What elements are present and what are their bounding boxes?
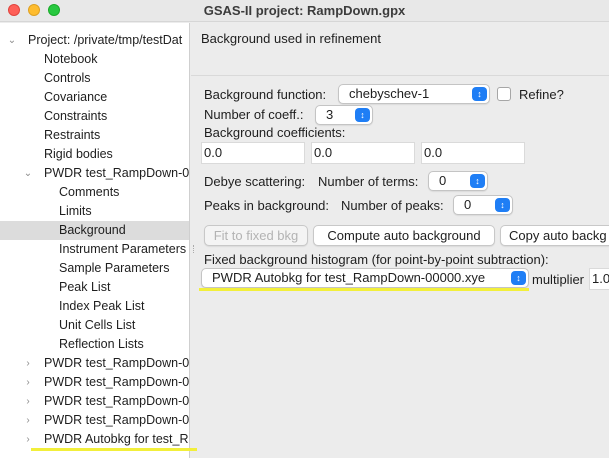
tree-item-label: Restraints (44, 128, 101, 142)
highlight-mark (31, 448, 197, 451)
chevron-down-icon[interactable]: ⌄ (6, 31, 18, 50)
chevron-right-icon[interactable]: › (22, 354, 34, 373)
chevron-updown-icon: ↕ (511, 271, 526, 285)
tree-item-covariance[interactable]: Covariance (0, 88, 189, 107)
chevron-updown-icon: ↕ (472, 87, 487, 101)
num-coeff-select[interactable]: 3 ↕ (315, 105, 373, 125)
tree-item-label: Background (59, 223, 126, 237)
tree-item-label: PWDR test_RampDown-0 (44, 394, 190, 408)
tree-item-label: PWDR test_RampDown-0 (44, 413, 190, 427)
tree-item-constraints[interactable]: Constraints (0, 107, 189, 126)
bg-function-label: Background function: (204, 87, 327, 102)
tree-item-pwdr-expanded[interactable]: ⌄ PWDR test_RampDown-0 (0, 164, 190, 183)
bg-coeff-label: Background coefficients: (204, 125, 346, 140)
panel-title: Background used in refinement (201, 31, 381, 46)
refine-label: Refine? (519, 87, 564, 102)
refine-checkbox[interactable] (497, 87, 511, 101)
tree-item-reflection-lists[interactable]: Reflection Lists (0, 335, 189, 354)
tree-item-label: Sample Parameters (59, 261, 170, 275)
highlight-mark (199, 288, 529, 291)
fixed-hist-select[interactable]: PWDR Autobkg for test_RampDown-00000.xye… (201, 268, 529, 288)
debye-terms-value: 0 (439, 173, 447, 188)
fixed-hist-value: PWDR Autobkg for test_RampDown-00000.xye (212, 270, 486, 285)
tree-item-limits[interactable]: Limits (0, 202, 189, 221)
chevron-right-icon[interactable]: › (22, 392, 34, 411)
tree-item-pwdr[interactable]: › PWDR test_RampDown-0 (0, 411, 190, 430)
window-title: GSAS-II project: RampDown.gpx (203, 3, 406, 18)
tree-item-pwdr[interactable]: › PWDR test_RampDown-0 (0, 354, 190, 373)
tree-item-label: Constraints (44, 109, 108, 123)
divider (193, 245, 199, 253)
tree-item-background[interactable]: Background (0, 221, 189, 240)
coefficient-field-2[interactable]: 0.0 (421, 142, 525, 164)
tree-item-label: Limits (59, 204, 92, 218)
tree-item-label: PWDR test_RampDown-0 (44, 166, 190, 180)
tree-item-notebook[interactable]: Notebook (0, 50, 189, 69)
tree-item-index-peak-list[interactable]: Index Peak List (0, 297, 189, 316)
tree-item-label: PWDR test_RampDown-0 (44, 356, 190, 370)
coefficient-field-1[interactable]: 0.0 (311, 142, 415, 164)
tree-item-pwdr[interactable]: › PWDR test_RampDown-0 (0, 373, 190, 392)
debye-label: Debye scattering: (204, 174, 306, 189)
tree-item-label: PWDR Autobkg for test_R (44, 432, 189, 446)
tree-item-controls[interactable]: Controls (0, 69, 189, 88)
tree-item-label: Reflection Lists (59, 337, 144, 351)
debye-terms-label: Number of terms: (318, 174, 419, 189)
tree-item-peak-list[interactable]: Peak List (0, 278, 189, 297)
peaks-count-select[interactable]: 0 ↕ (453, 195, 513, 215)
tree-item-label: Unit Cells List (59, 318, 136, 332)
chevron-updown-icon: ↕ (355, 108, 370, 122)
peaks-count-label: Number of peaks: (341, 198, 444, 213)
debye-terms-select[interactable]: 0 ↕ (428, 171, 488, 191)
tree-item-sample-parameters[interactable]: Sample Parameters (0, 259, 189, 278)
tree-item-label: Covariance (44, 90, 108, 104)
tree-item-label: PWDR test_RampDown-0 (44, 375, 190, 389)
copy-auto-background-button[interactable]: Copy auto backg (500, 225, 609, 246)
coefficient-field-0[interactable]: 0.0 (201, 142, 305, 164)
multiplier-label: multiplier (532, 272, 585, 287)
tree-item-unit-cells-list[interactable]: Unit Cells List (0, 316, 189, 335)
tree-item-label: Comments (59, 185, 120, 199)
fixed-hist-label: Fixed background histogram (for point-by… (204, 252, 549, 267)
title-bar: GSAS-II project: RampDown.gpx (0, 0, 609, 22)
tree-root[interactable]: ⌄ Project: /private/tmp/testDat (0, 31, 189, 50)
tree-item-label: Controls (44, 71, 91, 85)
num-coeff-label: Number of coeff.: (204, 107, 304, 122)
fit-to-fixed-bkg-button[interactable]: Fit to fixed bkg (204, 225, 308, 246)
peaks-count-value: 0 (464, 197, 472, 212)
chevron-down-icon[interactable]: ⌄ (22, 164, 34, 183)
chevron-right-icon[interactable]: › (22, 411, 34, 430)
tree-item-label: Rigid bodies (44, 147, 113, 161)
data-tree[interactable]: ⌄ Project: /private/tmp/testDat Notebook… (0, 23, 190, 458)
tree-item-comments[interactable]: Comments (0, 183, 189, 202)
tree-item-label: Instrument Parameters (59, 242, 187, 256)
tree-root-label: Project: /private/tmp/testDat (28, 33, 183, 47)
tree-item-rigid-bodies[interactable]: Rigid bodies (0, 145, 189, 164)
bg-function-value: chebyschev-1 (349, 86, 430, 101)
bg-function-select[interactable]: chebyschev-1 ↕ (338, 84, 490, 104)
tree-item-label: Index Peak List (59, 299, 145, 313)
chevron-right-icon[interactable]: › (22, 430, 34, 449)
tree-item-instrument-parameters[interactable]: Instrument Parameters (0, 240, 189, 259)
peaks-label: Peaks in background: (204, 198, 330, 213)
tree-item-pwdr[interactable]: › PWDR test_RampDown-0 (0, 392, 190, 411)
tree-item-label: Notebook (44, 52, 98, 66)
tree-item-restraints[interactable]: Restraints (0, 126, 189, 145)
tree-item-label: Peak List (59, 280, 111, 294)
chevron-right-icon[interactable]: › (22, 373, 34, 392)
num-coeff-value: 3 (326, 107, 334, 122)
compute-auto-background-button[interactable]: Compute auto background (313, 225, 495, 246)
background-panel: Background used in refinement Background… (191, 23, 609, 458)
divider (191, 75, 609, 76)
chevron-updown-icon: ↕ (470, 174, 485, 188)
multiplier-field[interactable]: 1.0 (589, 268, 609, 290)
tree-item-pwdr-autobkg[interactable]: › PWDR Autobkg for test_R (0, 430, 189, 449)
chevron-updown-icon: ↕ (495, 198, 510, 212)
